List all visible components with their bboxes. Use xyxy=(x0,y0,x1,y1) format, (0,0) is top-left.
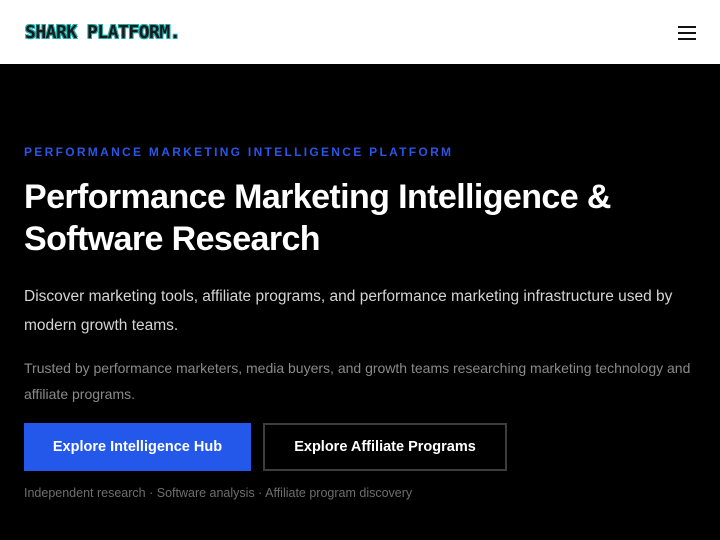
explore-intelligence-hub-button[interactable]: Explore Intelligence Hub xyxy=(24,423,251,471)
menu-bar-middle xyxy=(678,32,696,34)
hero-footnote: Independent research · Software analysis… xyxy=(24,486,413,500)
hero-eyebrow: PERFORMANCE MARKETING INTELLIGENCE PLATF… xyxy=(24,145,454,159)
hamburger-menu-icon[interactable] xyxy=(678,26,696,40)
hero-lead: Discover marketing tools, affiliate prog… xyxy=(24,288,673,334)
menu-bar-bottom xyxy=(678,38,696,40)
hero-headline: Performance Marketing Intelligence & Sof… xyxy=(24,178,611,258)
explore-affiliate-programs-button[interactable]: Explore Affiliate Programs xyxy=(263,423,507,471)
logo[interactable]: SHARK PLATFORM. xyxy=(25,22,181,43)
hero-actions: Explore Intelligence Hub Explore Affilia… xyxy=(24,423,507,471)
hero-trust-text: Trusted by performance marketers, media … xyxy=(24,360,691,402)
site-header: SHARK PLATFORM. xyxy=(0,0,720,64)
menu-bar-top xyxy=(678,26,696,28)
